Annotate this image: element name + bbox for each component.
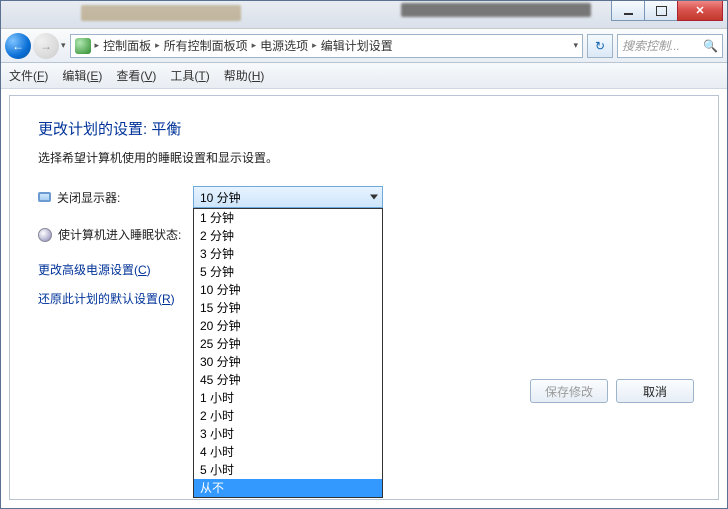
dropdown-option[interactable]: 2 分钟 xyxy=(194,227,382,245)
dropdown-option[interactable]: 30 分钟 xyxy=(194,353,382,371)
crumb-item[interactable]: 编辑计划设置 xyxy=(321,37,393,54)
menu-help[interactable]: 帮助(H) xyxy=(224,67,265,84)
display-icon xyxy=(38,192,51,202)
dropdown-option[interactable]: 1 小时 xyxy=(194,389,382,407)
content-pane: 更改计划的设置: 平衡 选择希望计算机使用的睡眠设置和显示设置。 关闭显示器: … xyxy=(9,95,719,500)
close-button[interactable] xyxy=(677,1,723,21)
label-text: 使计算机进入睡眠状态: xyxy=(58,226,181,243)
crumb-item[interactable]: 所有控制面板项 xyxy=(164,37,248,54)
window-controls xyxy=(612,1,723,21)
search-icon: 🔍 xyxy=(703,39,718,53)
chevron-right-icon: ▸ xyxy=(95,40,100,51)
chevron-down-icon xyxy=(370,195,378,200)
dropdown-option[interactable]: 5 小时 xyxy=(194,461,382,479)
dropdown-option[interactable]: 5 分钟 xyxy=(194,263,382,281)
dropdown-option[interactable]: 1 分钟 xyxy=(194,209,382,227)
dropdown-list[interactable]: 1 分钟2 分钟3 分钟5 分钟10 分钟15 分钟20 分钟25 分钟30 分… xyxy=(193,208,383,498)
address-right: ▾ xyxy=(573,40,578,51)
turn-off-display-dropdown[interactable]: 10 分钟 1 分钟2 分钟3 分钟5 分钟10 分钟15 分钟20 分钟25 … xyxy=(193,186,383,208)
menubar: 文件(F) 编辑(E) 查看(V) 工具(T) 帮助(H) xyxy=(1,63,727,89)
dropdown-option[interactable]: 15 分钟 xyxy=(194,299,382,317)
dropdown-option[interactable]: 3 分钟 xyxy=(194,245,382,263)
address-bar[interactable]: ▸ 控制面板 ▸ 所有控制面板项 ▸ 电源选项 ▸ 编辑计划设置 ▾ xyxy=(70,34,583,58)
forward-button[interactable]: → xyxy=(33,33,59,59)
chevron-down-icon[interactable]: ▾ xyxy=(573,40,578,51)
dropdown-option[interactable]: 4 小时 xyxy=(194,443,382,461)
chevron-right-icon: ▸ xyxy=(252,40,257,51)
history-dropdown-icon[interactable]: ▾ xyxy=(61,40,66,51)
minimize-button[interactable] xyxy=(611,1,645,21)
title-blur-right xyxy=(401,3,591,17)
dropdown-option[interactable]: 2 小时 xyxy=(194,407,382,425)
page-subtitle: 选择希望计算机使用的睡眠设置和显示设置。 xyxy=(38,149,690,166)
maximize-button[interactable] xyxy=(644,1,678,21)
dropdown-option[interactable]: 25 分钟 xyxy=(194,335,382,353)
footer-buttons: 保存修改 取消 xyxy=(530,379,694,403)
breadcrumb: ▸ 控制面板 ▸ 所有控制面板项 ▸ 电源选项 ▸ 编辑计划设置 xyxy=(95,37,393,54)
menu-tools[interactable]: 工具(T) xyxy=(170,67,209,84)
dropdown-option[interactable]: 20 分钟 xyxy=(194,317,382,335)
crumb-item[interactable]: 控制面板 xyxy=(103,37,151,54)
menu-view[interactable]: 查看(V) xyxy=(116,67,156,84)
search-input[interactable]: 搜索控制... 🔍 xyxy=(617,34,723,58)
dropdown-option[interactable]: 3 小时 xyxy=(194,425,382,443)
window: ← → ▾ ▸ 控制面板 ▸ 所有控制面板项 ▸ 电源选项 ▸ 编辑计划设置 ▾… xyxy=(0,0,728,509)
crumb-item[interactable]: 电源选项 xyxy=(260,37,308,54)
navbar: ← → ▾ ▸ 控制面板 ▸ 所有控制面板项 ▸ 电源选项 ▸ 编辑计划设置 ▾… xyxy=(1,29,727,63)
label-sleep: 使计算机进入睡眠状态: xyxy=(38,226,193,243)
label-text: 关闭显示器: xyxy=(57,189,120,206)
row-turn-off-display: 关闭显示器: 10 分钟 1 分钟2 分钟3 分钟5 分钟10 分钟15 分钟2… xyxy=(38,186,690,208)
refresh-button[interactable]: ↻ xyxy=(587,34,613,58)
chevron-right-icon: ▸ xyxy=(155,40,160,51)
moon-icon xyxy=(38,228,52,242)
control-panel-icon xyxy=(75,38,91,54)
chevron-right-icon: ▸ xyxy=(312,40,317,51)
title-blur-left xyxy=(81,5,241,21)
label-turn-off-display: 关闭显示器: xyxy=(38,189,193,206)
cancel-button[interactable]: 取消 xyxy=(616,379,694,403)
save-button[interactable]: 保存修改 xyxy=(530,379,608,403)
menu-edit[interactable]: 编辑(E) xyxy=(62,67,102,84)
titlebar xyxy=(1,1,727,29)
back-button[interactable]: ← xyxy=(5,33,31,59)
nav-back-group: ← → ▾ xyxy=(5,33,66,59)
dropdown-option[interactable]: 10 分钟 xyxy=(194,281,382,299)
menu-file[interactable]: 文件(F) xyxy=(9,67,48,84)
dropdown-option[interactable]: 45 分钟 xyxy=(194,371,382,389)
combo-value: 10 分钟 xyxy=(200,189,241,206)
dropdown-option[interactable]: 从不 xyxy=(194,479,382,497)
page-title: 更改计划的设置: 平衡 xyxy=(38,118,690,139)
search-placeholder: 搜索控制... xyxy=(622,37,680,54)
